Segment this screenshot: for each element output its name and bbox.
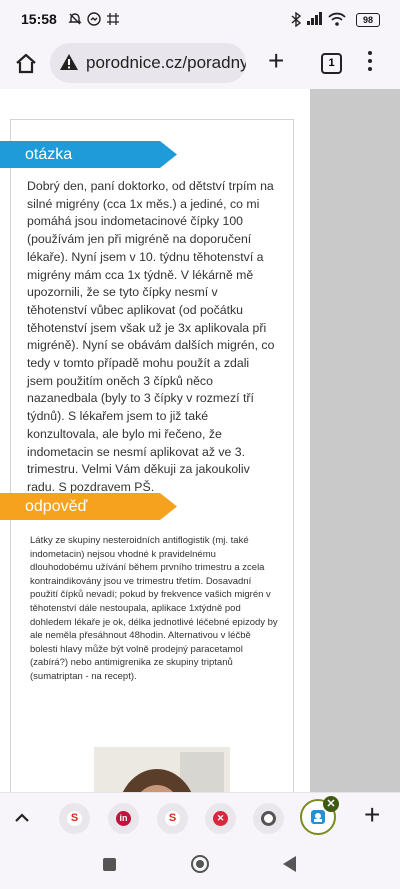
overflow-menu-button[interactable] [368, 51, 374, 75]
add-tab-button[interactable]: + [364, 801, 380, 829]
home-icon [16, 53, 36, 74]
question-text: Dobrý den, paní doktorko, od dětství trp… [27, 179, 275, 494]
close-circle-icon: ✕ [213, 811, 228, 826]
url-text[interactable]: porodnice.cz/poradny [86, 53, 246, 73]
page-side-panel [310, 89, 400, 792]
answer-label: odpověď [0, 493, 177, 520]
home-button[interactable] [12, 50, 40, 78]
close-tab-button[interactable]: ✕ [323, 796, 339, 812]
seznam-icon: S [67, 811, 82, 826]
address-bar[interactable]: porodnice.cz/poradny [50, 43, 246, 83]
bluetooth-icon [290, 11, 302, 30]
tab-seznam-2[interactable]: S [157, 803, 188, 834]
home-nav-button[interactable] [191, 855, 209, 873]
answer-text: Látky ze skupiny nesteroidních antiflogi… [30, 535, 278, 682]
status-bar: 15:58 98 [0, 0, 400, 40]
recents-button[interactable] [103, 858, 116, 871]
back-button[interactable] [283, 856, 296, 872]
battery-indicator: 98 [356, 13, 380, 27]
browser-toolbar: porodnice.cz/poradny + 1 [0, 40, 400, 89]
tab-switcher-button[interactable]: 1 [321, 53, 342, 74]
not-secure-warning-icon[interactable] [59, 53, 79, 76]
seznam-icon: S [165, 811, 180, 826]
do-not-disturb-icon [68, 12, 82, 29]
new-tab-button[interactable]: + [268, 47, 284, 75]
signal-icon [306, 12, 324, 28]
grid-icon [106, 12, 120, 29]
question-label: otázka [0, 141, 177, 168]
tab-chrome[interactable] [253, 803, 284, 834]
messenger-icon [87, 12, 101, 29]
linkedin-icon: in [116, 811, 131, 826]
system-navigation-bar [0, 842, 400, 889]
tab-linkedin[interactable]: in [108, 803, 139, 834]
chrome-icon [261, 811, 276, 826]
tab-strip: S in S ✕ ✕ + [0, 792, 400, 843]
tab-seznam-1[interactable]: S [59, 803, 90, 834]
web-page: otázka Dobrý den, paní doktorko, od děts… [0, 89, 400, 792]
tab-red-close[interactable]: ✕ [205, 803, 236, 834]
status-time: 15:58 [21, 11, 57, 27]
chevron-up-icon[interactable] [14, 807, 30, 828]
doctor-photo [94, 747, 230, 792]
wifi-icon [328, 12, 346, 29]
